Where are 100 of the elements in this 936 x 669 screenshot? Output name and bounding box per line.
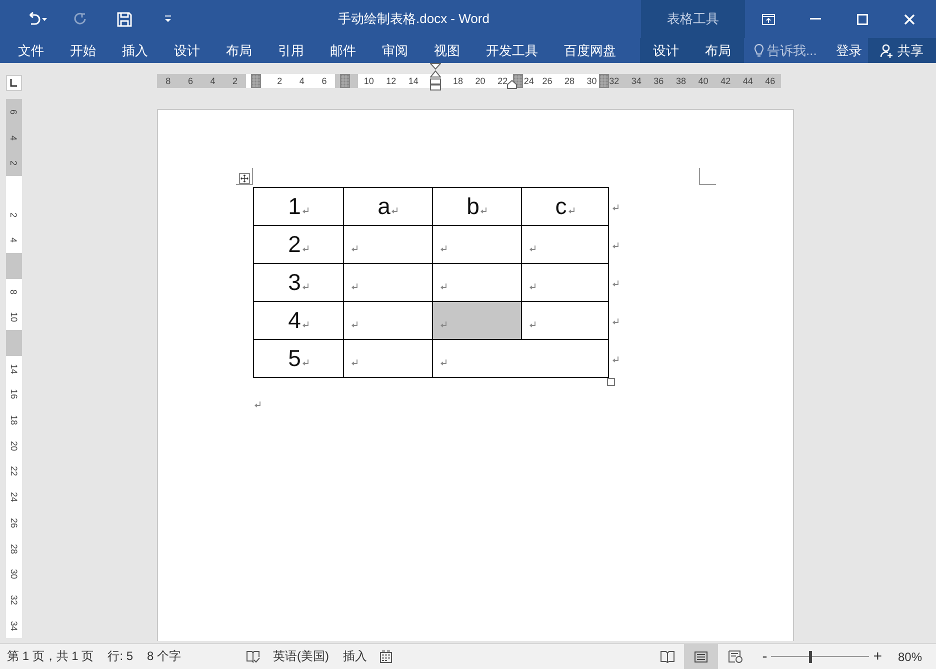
macro-icon[interactable] — [380, 650, 392, 663]
paragraph-mark-icon — [529, 321, 536, 328]
ruler-number: 2 — [9, 160, 19, 166]
table-cell[interactable] — [522, 302, 609, 340]
table-cell[interactable]: 3 — [254, 264, 344, 302]
ribbon-tab[interactable]: 布局 — [692, 38, 744, 63]
tell-me-link[interactable]: 告诉我... — [767, 42, 817, 60]
table-cell[interactable]: 2 — [254, 226, 344, 264]
insert-mode-status[interactable]: 插入 — [336, 648, 374, 665]
ruler-number: 16 — [9, 389, 19, 400]
paragraph-mark-icon — [612, 318, 619, 324]
table-cell[interactable] — [433, 302, 522, 340]
ribbon-tab[interactable]: 文件 — [5, 38, 57, 63]
ruler-number: 4 — [299, 76, 304, 86]
cell-text: 3 — [288, 269, 301, 296]
word-count[interactable]: 8 个字 — [140, 648, 188, 665]
ribbon-tab[interactable]: 开发工具 — [473, 38, 551, 63]
zoom-out-button[interactable]: - — [758, 648, 772, 665]
table-cell[interactable] — [344, 264, 433, 302]
paragraph-mark-icon — [612, 242, 619, 248]
ribbon-tab[interactable]: 邮件 — [317, 38, 369, 63]
column-marker-icon[interactable] — [599, 74, 609, 88]
table-cell[interactable] — [344, 226, 433, 264]
paragraph-mark-icon — [351, 321, 358, 328]
table-cell[interactable] — [344, 340, 433, 378]
table-cell[interactable]: a — [344, 188, 433, 226]
context-label: 表格工具 — [641, 0, 745, 38]
table-cell[interactable] — [433, 340, 609, 378]
table-cell[interactable] — [433, 264, 522, 302]
zoom-in-button[interactable]: + — [869, 648, 886, 665]
cell-text: 2 — [288, 231, 301, 258]
ruler-number: 6 — [188, 76, 193, 86]
ruler-number: 6 — [9, 109, 19, 114]
crop-mark-icon — [699, 168, 716, 185]
paragraph-mark-icon — [254, 401, 261, 408]
cell-text: b — [466, 193, 480, 220]
tab-stop-icon[interactable] — [6, 75, 22, 91]
ruler-number: 4 — [9, 135, 19, 140]
paragraph-mark-icon — [612, 204, 619, 210]
print-layout-icon — [694, 650, 708, 662]
paragraph-mark-icon — [529, 245, 536, 252]
share-button[interactable]: 共享 — [868, 38, 936, 63]
paragraph-mark-icon — [302, 359, 309, 366]
proofing-icon[interactable] — [246, 650, 260, 663]
ruler-number: 2 — [277, 76, 282, 86]
table-cell[interactable]: b — [433, 188, 522, 226]
zoom-level[interactable]: 80% — [886, 650, 932, 664]
ruler-number: 42 — [720, 76, 731, 86]
ribbon-tab[interactable]: 百度网盘 — [551, 38, 629, 63]
ribbon-tab[interactable]: 设计 — [640, 38, 692, 63]
ruler-number: 26 — [9, 518, 19, 528]
ribbon-tab[interactable]: 插入 — [109, 38, 161, 63]
horizontal-ruler[interactable]: 8 6 4 2 2 4 6 10 12 14 18 20 22 24 26 28 30 32 34 36 38 40 42 44 46 — [157, 74, 792, 88]
cell-text: c — [555, 193, 567, 220]
column-marker-icon[interactable] — [340, 74, 350, 88]
paragraph-mark-icon — [351, 283, 358, 290]
page-count[interactable]: 第 1 页，共 1 页 — [0, 648, 101, 665]
paragraph-mark-icon — [440, 321, 447, 328]
ruler-number: 22 — [498, 76, 508, 86]
ribbon-tab[interactable]: 开始 — [57, 38, 109, 63]
table-cell[interactable] — [522, 264, 609, 302]
ruler-number: 10 — [364, 76, 374, 86]
table-cell[interactable] — [433, 226, 522, 264]
sign-in-link[interactable]: 登录 — [830, 42, 868, 60]
indent-marker-icon[interactable] — [430, 63, 441, 91]
table-cell[interactable]: 5 — [254, 340, 344, 378]
ruler-number: 12 — [386, 76, 396, 86]
paragraph-mark-icon — [302, 321, 309, 328]
table-cell[interactable] — [522, 226, 609, 264]
resize-handle[interactable] — [607, 378, 615, 386]
move-handle-icon[interactable] — [239, 173, 250, 184]
ruler-number: 30 — [9, 569, 19, 580]
ribbon-tab[interactable]: 审阅 — [369, 38, 421, 63]
line-number[interactable]: 行: 5 — [100, 648, 140, 665]
ruler-number: 8 — [9, 289, 19, 294]
ruler-number: 14 — [9, 364, 19, 374]
cell-text: 1 — [288, 193, 301, 220]
table-cell[interactable] — [344, 302, 433, 340]
ruler-number: 4 — [210, 76, 216, 86]
ribbon-tab[interactable]: 布局 — [213, 38, 265, 63]
ruler-number: 38 — [676, 76, 686, 86]
ruler-number: 22 — [9, 466, 19, 476]
paragraph-mark-icon — [302, 245, 309, 252]
paragraph-mark-icon — [612, 356, 619, 362]
ruler-number: 2 — [9, 212, 19, 218]
table-cell[interactable]: c — [522, 188, 609, 226]
language-status[interactable]: 英语(美国) — [266, 648, 336, 665]
ruler-number: 20 — [9, 440, 19, 451]
view-button[interactable] — [684, 644, 718, 669]
column-marker-icon[interactable] — [251, 74, 261, 88]
cell-text: 5 — [288, 345, 301, 372]
vertical-ruler[interactable]: 6 4 2 2 4 8 10 14 16 18 20 22 24 26 28 30 32 34 — [6, 99, 22, 638]
paragraph-mark-icon — [480, 207, 488, 214]
table-cell[interactable]: 1 — [254, 188, 344, 226]
paragraph-mark-icon — [440, 359, 447, 366]
ribbon-tab[interactable]: 视图 — [421, 38, 473, 63]
ribbon-tab[interactable]: 引用 — [265, 38, 317, 63]
ribbon-tab[interactable]: 设计 — [161, 38, 213, 63]
ruler-number: 14 — [408, 76, 418, 86]
table-cell[interactable]: 4 — [254, 302, 344, 340]
